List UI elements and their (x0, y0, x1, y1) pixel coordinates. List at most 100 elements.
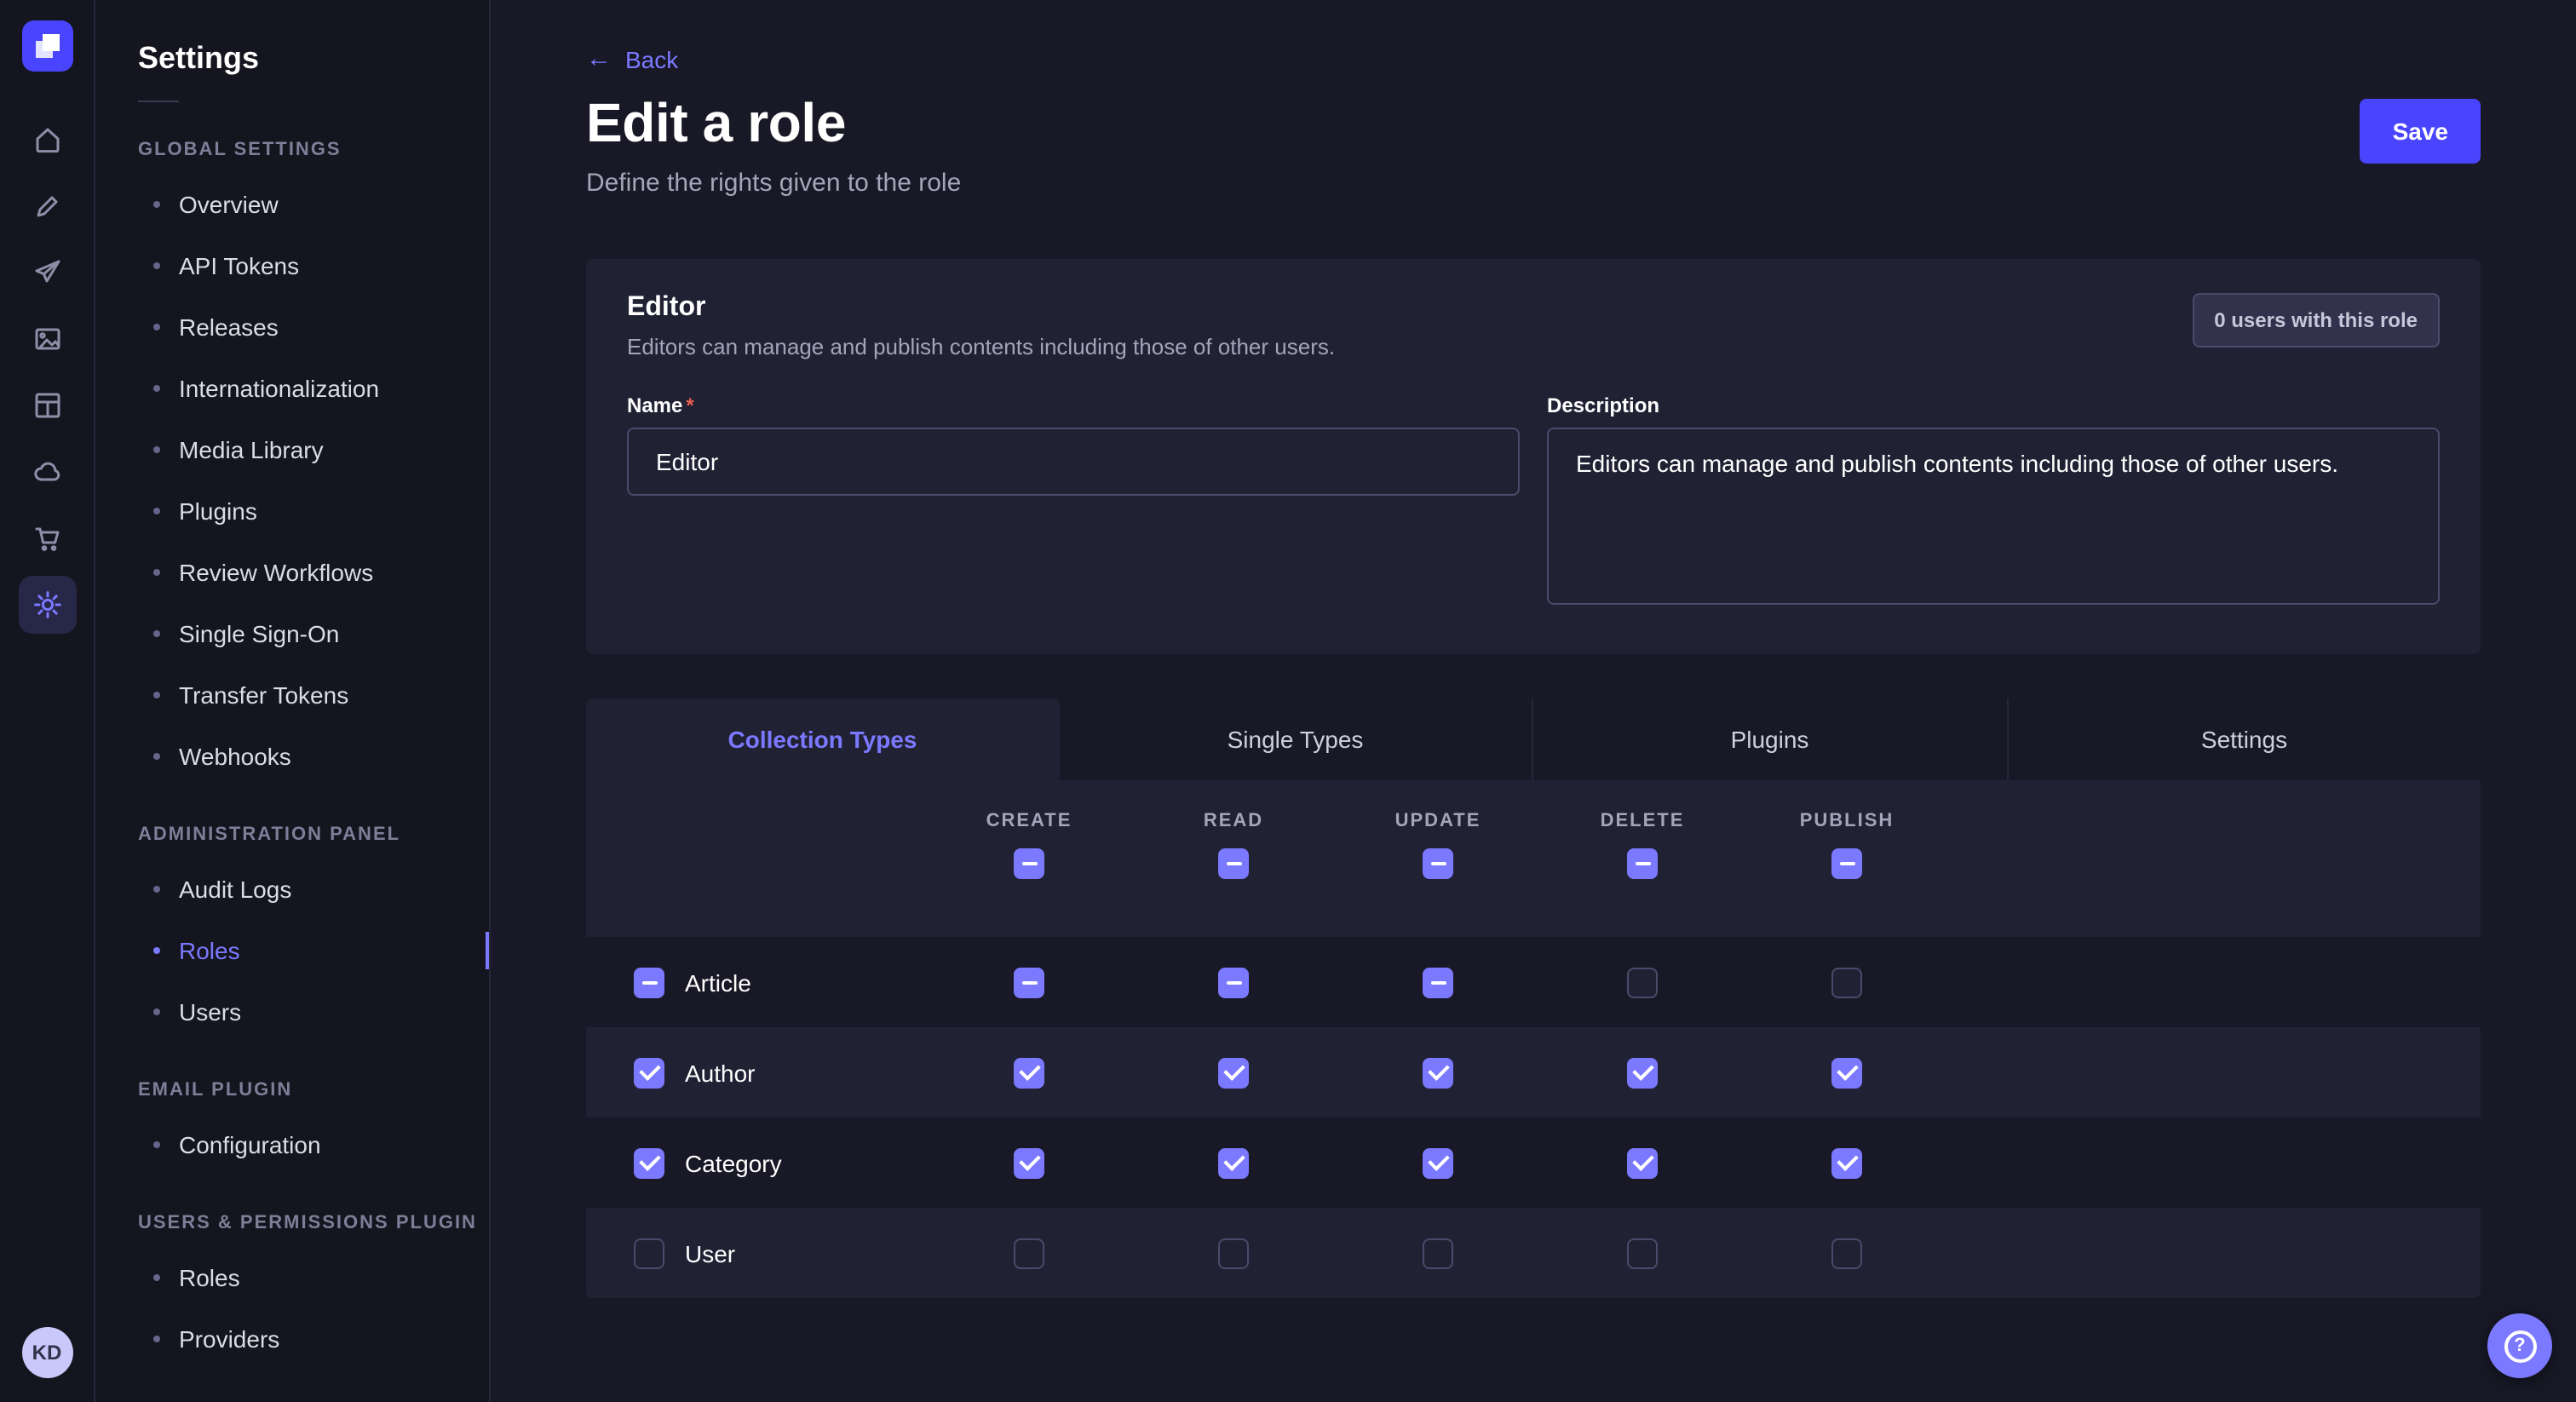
article-row-checkbox[interactable] (634, 967, 664, 997)
nav-settings[interactable] (18, 576, 76, 634)
user-update-checkbox[interactable] (1423, 1238, 1453, 1268)
nav-releases[interactable] (18, 244, 76, 302)
author-publish-checkbox[interactable] (1831, 1057, 1862, 1088)
nav-marketplace[interactable] (18, 509, 76, 567)
main-nav: KD (0, 0, 95, 1402)
sidebar-item-media-library[interactable]: Media Library (95, 419, 489, 480)
article-create-checkbox[interactable] (1014, 967, 1044, 997)
layout-icon (32, 390, 62, 421)
article-publish-checkbox[interactable] (1831, 967, 1862, 997)
sidebar-item-review-workflows[interactable]: Review Workflows (95, 542, 489, 603)
user-row-checkbox[interactable] (634, 1238, 664, 1268)
sidebar-section-items: Audit Logs Roles Users (95, 859, 489, 1043)
gear-icon (32, 589, 62, 620)
sidebar-item-providers[interactable]: Providers (95, 1308, 489, 1370)
permission-cell (927, 967, 1131, 997)
sidebar-item-single-sign-on[interactable]: Single Sign-On (95, 603, 489, 664)
sidebar-item-transfer-tokens[interactable]: Transfer Tokens (95, 664, 489, 726)
author-read-checkbox[interactable] (1218, 1057, 1249, 1088)
sidebar-item-roles[interactable]: Roles (95, 920, 489, 981)
permission-cell (1745, 1147, 1949, 1178)
role-card-header: Editor Editors can manage and publish co… (627, 293, 2440, 359)
sidebar-section-items: Overview API Tokens Releases Internation… (95, 174, 489, 787)
back-link[interactable]: ← Back (586, 45, 678, 72)
bullet-icon (153, 1274, 160, 1281)
sidebar-item-label: API Tokens (179, 252, 299, 279)
strapi-logo[interactable] (21, 20, 72, 72)
sidebar-item-roles[interactable]: Roles (95, 1247, 489, 1308)
tab-collection-types[interactable]: Collection Types (586, 698, 1059, 780)
category-row-checkbox[interactable] (634, 1147, 664, 1178)
author-delete-checkbox[interactable] (1627, 1057, 1658, 1088)
select-all-delete-checkbox[interactable] (1627, 848, 1658, 879)
row-label: Category (685, 1149, 782, 1176)
sidebar-item-users[interactable]: Users (95, 981, 489, 1043)
select-all-update-checkbox[interactable] (1423, 848, 1453, 879)
permission-cell (1336, 967, 1540, 997)
save-button[interactable]: Save (2360, 99, 2481, 164)
tab-single-types[interactable]: Single Types (1059, 698, 1532, 780)
role-description-text: Editors can manage and publish contents … (627, 334, 1335, 359)
column-label: PUBLISH (1800, 811, 1895, 831)
sidebar-item-api-tokens[interactable]: API Tokens (95, 235, 489, 296)
bullet-icon (153, 446, 160, 453)
user-avatar[interactable]: KD (21, 1327, 72, 1378)
user-create-checkbox[interactable] (1014, 1238, 1044, 1268)
user-read-checkbox[interactable] (1218, 1238, 1249, 1268)
permission-cell (1336, 1057, 1540, 1088)
category-update-checkbox[interactable] (1423, 1147, 1453, 1178)
page-subtitle: Define the rights given to the role (586, 169, 961, 198)
sidebar-section-items: Roles Providers (95, 1247, 489, 1370)
category-publish-checkbox[interactable] (1831, 1147, 1862, 1178)
sidebar-item-releases[interactable]: Releases (95, 296, 489, 358)
column-label: DELETE (1601, 811, 1685, 831)
permission-cell (927, 1147, 1131, 1178)
tab-label: Single Types (1228, 726, 1364, 753)
nav-media-library[interactable] (18, 310, 76, 368)
nav-deploy[interactable] (18, 443, 76, 501)
category-create-checkbox[interactable] (1014, 1147, 1044, 1178)
category-delete-checkbox[interactable] (1627, 1147, 1658, 1178)
author-create-checkbox[interactable] (1014, 1057, 1044, 1088)
nav-content-manager[interactable] (18, 177, 76, 235)
article-delete-checkbox[interactable] (1627, 967, 1658, 997)
permissions-tabs: Collection Types Single Types Plugins Se… (586, 698, 2481, 780)
sidebar-item-plugins[interactable]: Plugins (95, 480, 489, 542)
permission-cell (1336, 1147, 1540, 1178)
article-read-checkbox[interactable] (1218, 967, 1249, 997)
users-count-button[interactable]: 0 users with this role (2192, 293, 2440, 348)
cloud-icon (32, 457, 62, 487)
permission-cell (1540, 1147, 1745, 1178)
sidebar-item-webhooks[interactable]: Webhooks (95, 726, 489, 787)
sidebar-item-audit-logs[interactable]: Audit Logs (95, 859, 489, 920)
strapi-logo-icon (21, 20, 72, 72)
required-asterisk: * (686, 394, 693, 417)
row-lead: Author (586, 1057, 927, 1088)
column-create: CREATE (927, 780, 1131, 937)
sidebar-item-configuration[interactable]: Configuration (95, 1114, 489, 1175)
name-input[interactable] (627, 428, 1520, 496)
sidebar-title: Settings (138, 41, 489, 77)
user-delete-checkbox[interactable] (1627, 1238, 1658, 1268)
article-update-checkbox[interactable] (1423, 967, 1453, 997)
bullet-icon (153, 630, 160, 637)
app: KD Settings GLOBAL SETTINGS Overview API… (0, 0, 2576, 1402)
nav-home[interactable] (18, 111, 76, 169)
help-button[interactable]: ? (2487, 1313, 2552, 1378)
category-read-checkbox[interactable] (1218, 1147, 1249, 1178)
sidebar-item-overview[interactable]: Overview (95, 174, 489, 235)
tab-settings[interactable]: Settings (2006, 698, 2481, 780)
user-publish-checkbox[interactable] (1831, 1238, 1862, 1268)
author-row-checkbox[interactable] (634, 1057, 664, 1088)
sidebar-sections: GLOBAL SETTINGS Overview API Tokens Rele… (95, 140, 489, 1370)
select-all-create-checkbox[interactable] (1014, 848, 1044, 879)
select-all-publish-checkbox[interactable] (1831, 848, 1862, 879)
select-all-read-checkbox[interactable] (1218, 848, 1249, 879)
nav-content-type-builder[interactable] (18, 376, 76, 434)
description-input[interactable]: Editors can manage and publish contents … (1547, 428, 2440, 605)
tab-plugins[interactable]: Plugins (1532, 698, 2006, 780)
sidebar-item-internationalization[interactable]: Internationalization (95, 358, 489, 419)
author-update-checkbox[interactable] (1423, 1057, 1453, 1088)
tab-label: Settings (2201, 726, 2287, 753)
sidebar-item-label: Roles (179, 1264, 240, 1291)
